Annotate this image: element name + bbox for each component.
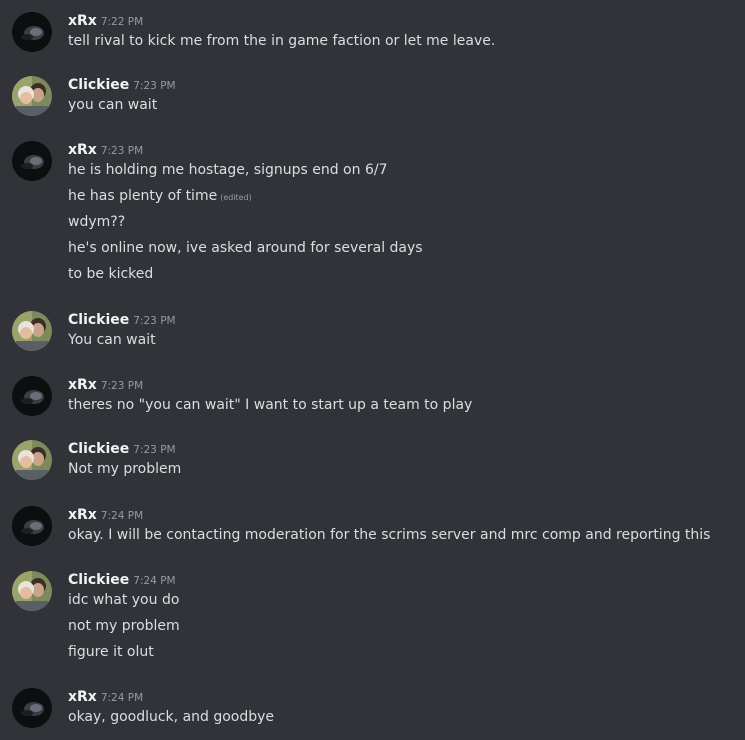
avatar[interactable] [12,688,52,728]
username[interactable]: xRx [68,507,97,523]
photo-avatar-icon [12,571,52,611]
message-text-content: he has plenty of time [68,188,218,204]
chat-messages: xRx 7:22 PM tell rival to kick me from th… [0,0,745,740]
message-header: xRx 7:23 PM [68,374,143,394]
message-text: theres no "you can wait" I want to start… [68,397,473,413]
username[interactable]: xRx [68,689,97,705]
timestamp[interactable]: 7:24 PM [133,575,175,587]
avatar[interactable] [12,141,52,181]
message-header: xRx 7:23 PM [68,139,143,159]
timestamp[interactable]: 7:23 PM [133,80,175,92]
timestamp[interactable]: 7:23 PM [101,380,143,392]
message-text: to be kicked [68,266,154,282]
message-header: xRx 7:24 PM [68,504,143,524]
message-header: Clickiee 7:24 PM [68,569,176,589]
message-text: okay, goodluck, and goodbye [68,709,275,725]
avatar[interactable] [12,376,52,416]
message-text: not my problem [68,618,180,634]
photo-avatar-icon [12,76,52,116]
photo-avatar-icon [12,311,52,351]
timestamp[interactable]: 7:23 PM [133,444,175,456]
message-header: Clickiee 7:23 PM [68,438,176,458]
message-header: xRx 7:24 PM [68,686,143,706]
username[interactable]: xRx [68,13,97,29]
timestamp[interactable]: 7:23 PM [101,145,143,157]
avatar[interactable] [12,311,52,351]
dark-avatar-icon [12,141,52,181]
avatar[interactable] [12,506,52,546]
edited-label: (edited) [220,193,252,202]
username[interactable]: Clickiee [68,312,129,328]
username[interactable]: xRx [68,377,97,393]
timestamp[interactable]: 7:24 PM [101,510,143,522]
timestamp[interactable]: 7:22 PM [101,16,143,28]
message-text: you can wait [68,97,158,113]
message-text: he is holding me hostage, signups end on… [68,162,388,178]
dark-avatar-icon [12,688,52,728]
username[interactable]: Clickiee [68,77,129,93]
dark-avatar-icon [12,506,52,546]
username[interactable]: Clickiee [68,441,129,457]
message-text: wdym?? [68,214,126,230]
message-text: okay. I will be contacting moderation fo… [68,527,711,543]
avatar[interactable] [12,12,52,52]
message-text: tell rival to kick me from the in game f… [68,33,496,49]
message-header: xRx 7:22 PM [68,10,143,30]
message-header: Clickiee 7:23 PM [68,74,176,94]
avatar[interactable] [12,440,52,480]
message-text: he's online now, ive asked around for se… [68,240,423,256]
message-text: Not my problem [68,461,182,477]
message-text: idc what you do [68,592,180,608]
dark-avatar-icon [12,12,52,52]
timestamp[interactable]: 7:23 PM [133,315,175,327]
dark-avatar-icon [12,376,52,416]
message-header: Clickiee 7:23 PM [68,309,176,329]
username[interactable]: Clickiee [68,572,129,588]
photo-avatar-icon [12,440,52,480]
avatar[interactable] [12,571,52,611]
message-text: figure it olut [68,644,154,660]
message-text: You can wait [68,332,156,348]
avatar[interactable] [12,76,52,116]
username[interactable]: xRx [68,142,97,158]
message-text: he has plenty of time (edited) [68,186,252,208]
timestamp[interactable]: 7:24 PM [101,692,143,704]
